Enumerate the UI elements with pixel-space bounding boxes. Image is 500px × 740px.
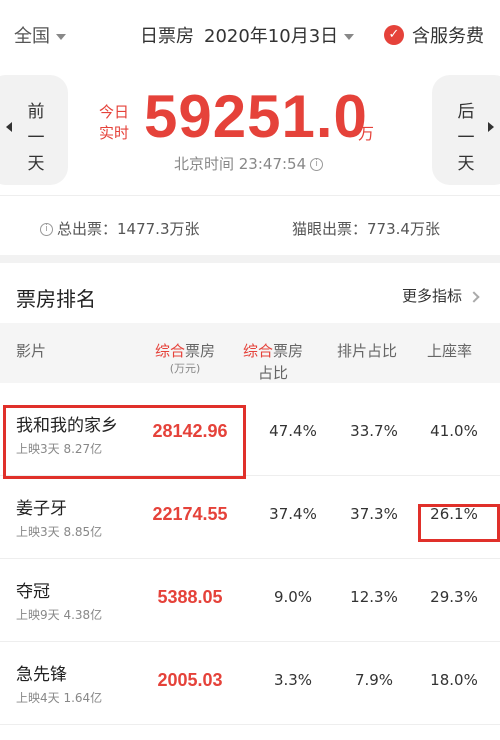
chevron-right-icon (468, 290, 480, 303)
table-row[interactable]: 急先锋 上映4天 1.64亿 2005.03 3.3% 7.9% 18.0% (0, 642, 500, 725)
more-metrics-link[interactable]: 更多指标 (402, 285, 480, 306)
previous-day-label: 前一天 (27, 102, 45, 174)
realtime-summary: 前一天 今日 实时 59251.0 万 北京时间 23:47:54 i 后一天 (0, 70, 500, 195)
total-tickets: i 总出票：1477.3万张 (40, 218, 200, 239)
column-box-office[interactable]: 综合票房 (万元) (155, 340, 215, 376)
date-selector[interactable]: 日票房 2020年10月3日 (140, 22, 355, 48)
region-label: 全国 (14, 26, 50, 47)
highlight-box (3, 405, 246, 479)
box-office-share: 3.3% (273, 671, 313, 689)
column-film: 影片 (16, 342, 47, 360)
screening-share: 12.3% (350, 588, 398, 606)
table-row[interactable]: 夺冠 上映9天 4.38亿 5388.05 9.0% 12.3% 29.3% (0, 559, 500, 642)
film-info: 上映4天 1.64亿 (16, 691, 103, 705)
top-bar: 全国 日票房 2020年10月3日 ✓ 含服务费 (0, 0, 500, 70)
box-office-share: 37.4% (269, 505, 317, 523)
occupancy-rate: 18.0% (430, 671, 478, 689)
previous-day-button[interactable]: 前一天 (0, 75, 68, 185)
date-type-label: 日票房 (140, 26, 194, 47)
box-office-unit: 万 (358, 124, 375, 143)
screening-share: 7.9% (354, 671, 394, 689)
column-occupancy[interactable]: 上座率 (427, 340, 472, 362)
film-info: 上映9天 4.38亿 (16, 608, 103, 622)
maoyan-tickets: 猫眼出票：773.4万张 (292, 220, 440, 238)
film-info: 上映3天 8.85亿 (16, 525, 103, 539)
film-name: 姜子牙 (16, 499, 67, 519)
box-office-value: 5388.05 (157, 587, 223, 607)
screening-share: 37.3% (350, 505, 398, 523)
check-icon: ✓ (384, 25, 404, 45)
box-office-ranking: 票房排名 更多指标 影片 综合票房 (万元) 综合票房 占比 排片占比 上座率 … (0, 263, 500, 740)
column-box-office-share[interactable]: 综合票房 占比 (243, 340, 303, 384)
ranking-title: 票房排名 (16, 287, 96, 311)
caret-down-icon (56, 34, 66, 40)
film-name: 急先锋 (16, 665, 67, 685)
service-fee-toggle[interactable]: ✓ 含服务费 (384, 22, 484, 48)
table-header: 影片 综合票房 (万元) 综合票房 占比 排片占比 上座率 (0, 323, 500, 383)
highlight-box (418, 504, 500, 542)
date-value: 2020年10月3日 (204, 26, 339, 47)
screening-share: 33.7% (350, 422, 398, 440)
occupancy-rate: 41.0% (430, 422, 478, 440)
arrow-left-icon (6, 122, 12, 132)
today-realtime-label: 今日 实时 (98, 103, 129, 142)
arrow-right-icon (488, 122, 494, 132)
total-box-office: 59251.0 (144, 83, 368, 150)
box-office-share: 47.4% (269, 422, 317, 440)
next-day-button[interactable]: 后一天 (432, 75, 500, 185)
occupancy-rate: 29.3% (430, 588, 478, 606)
ticket-totals: i 总出票：1477.3万张 猫眼出票：773.4万张 (0, 195, 500, 255)
box-office-share: 9.0% (273, 588, 313, 606)
film-name: 夺冠 (16, 582, 50, 602)
box-office-value: 22174.55 (152, 504, 228, 524)
info-icon[interactable]: i (310, 158, 324, 171)
column-screening-share[interactable]: 排片占比 (337, 340, 397, 362)
service-fee-label: 含服务费 (412, 26, 484, 47)
next-day-label: 后一天 (457, 102, 475, 174)
region-selector[interactable]: 全国 (14, 22, 66, 48)
box-office-value: 2005.03 (157, 670, 223, 690)
beijing-time: 北京时间 23:47:54 i (174, 153, 324, 174)
info-icon[interactable]: i (40, 223, 53, 236)
caret-down-icon (344, 34, 355, 40)
